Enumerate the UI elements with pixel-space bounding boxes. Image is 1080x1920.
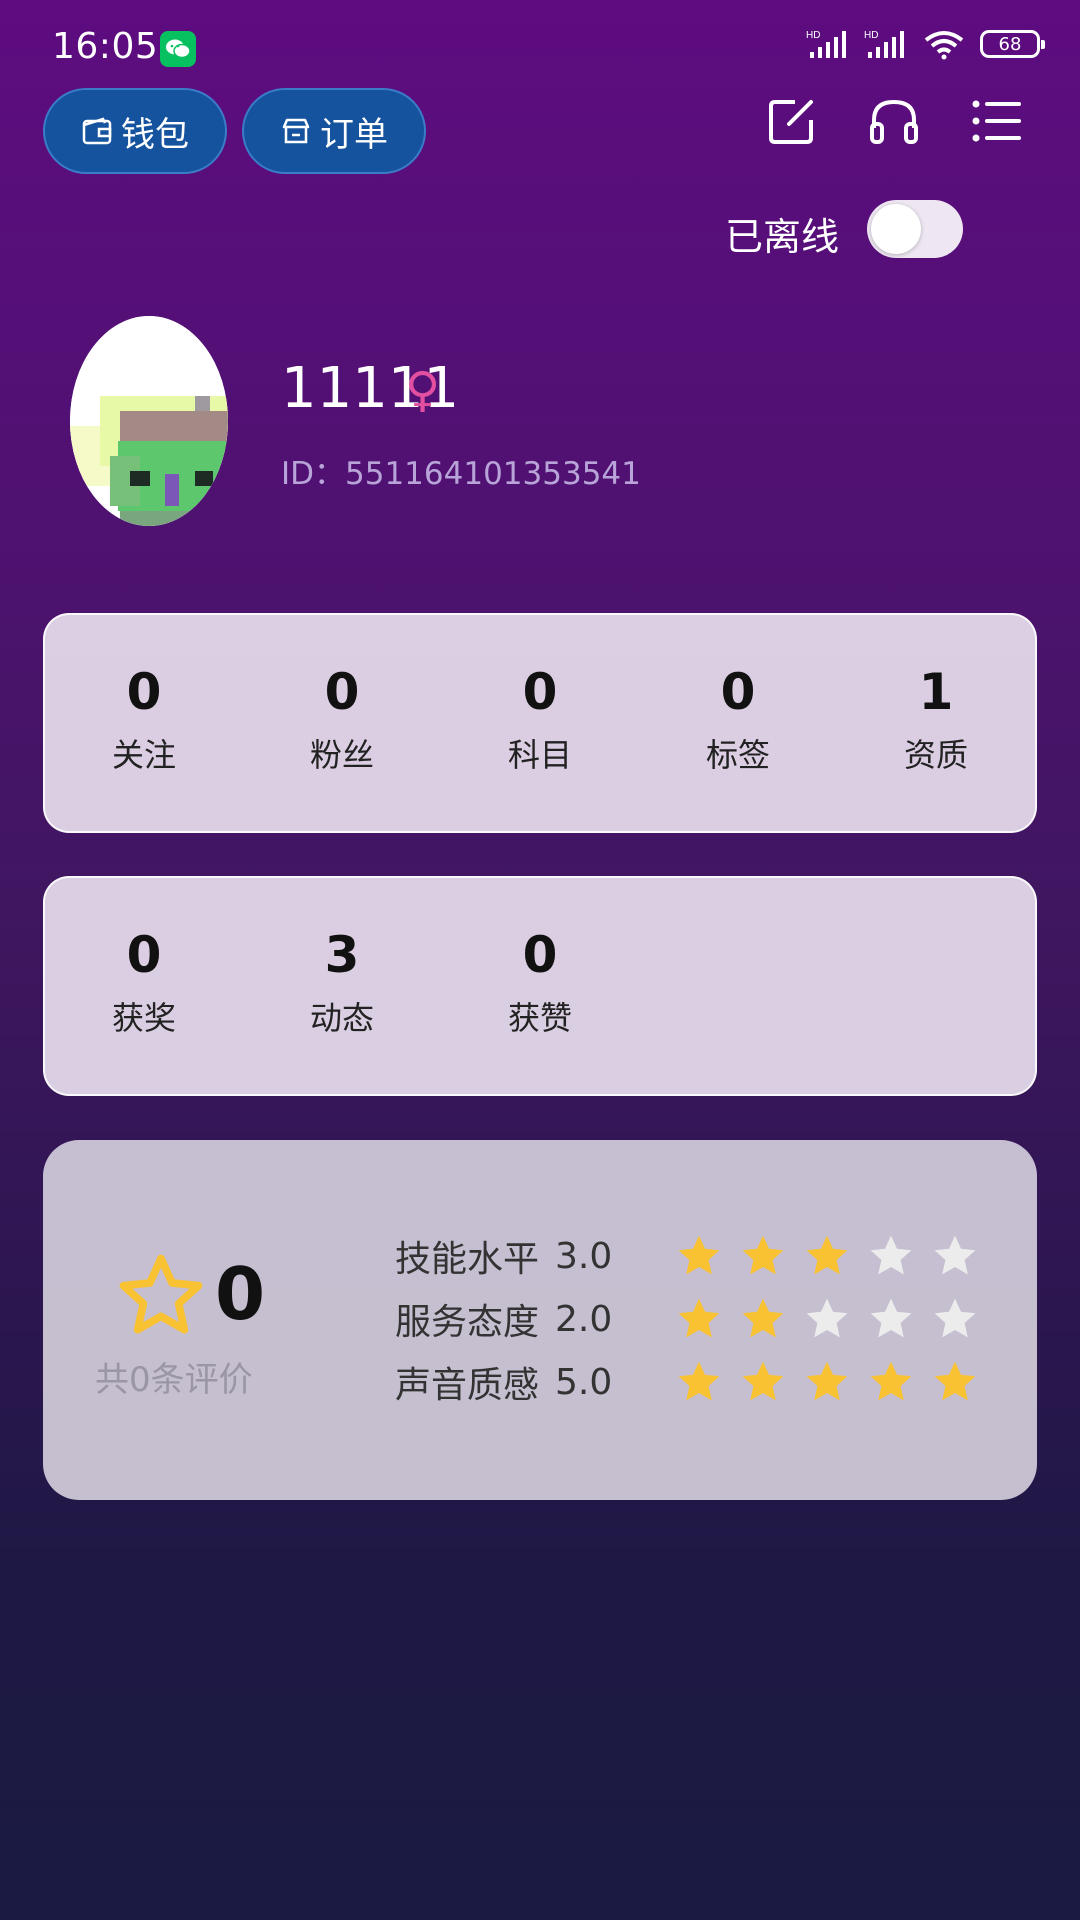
star-filled-icon [678,1235,720,1275]
stat-value: 3 [324,926,360,984]
star-filled-icon [806,1235,848,1275]
stat-subjects[interactable]: 0 科目 [441,665,639,776]
stats-card-primary: 0 关注 0 粉丝 0 科目 0 标签 1 资质 [43,613,1037,833]
wallet-icon [82,117,112,145]
stat-value: 0 [324,663,360,721]
star-filled-icon [934,1361,976,1401]
star-filled-icon [678,1298,720,1338]
star-empty-icon [806,1298,848,1338]
star-rating [675,1358,979,1406]
star-filled-icon [678,1361,720,1401]
star-empty-icon [934,1235,976,1275]
stat-label: 获赞 [507,999,572,1037]
star-filled-icon [742,1298,784,1338]
rating-value: 5.0 [555,1361,613,1403]
stat-label: 标签 [705,736,770,774]
wallet-button[interactable]: 钱包 [43,88,227,174]
stats-card-secondary: 0 获奖 3 动态 0 获赞 [43,876,1037,1096]
rating-value: 2.0 [555,1298,613,1340]
svg-text:HD: HD [864,30,878,41]
overall-rating-score: 0 [215,1252,266,1336]
menu-list-icon[interactable] [970,94,1024,148]
rating-label: 服务态度 [395,1302,540,1343]
status-icons: HD HD 68 [806,28,1045,60]
edit-icon[interactable] [765,94,819,148]
star-empty-icon [934,1298,976,1338]
wifi-icon [924,31,964,60]
star-outline-icon [119,1254,203,1334]
stat-tags[interactable]: 0 标签 [639,665,837,776]
rating-label: 声音质感 [395,1365,540,1406]
wallet-label: 钱包 [121,114,189,155]
star-filled-icon [870,1361,912,1401]
stat-label: 科目 [507,736,572,774]
stat-label: 资质 [903,736,968,774]
rating-card: 0 共0条评价 技能水平 3.0 服务态度 2.0 声音质感 5.0 [43,1140,1037,1500]
online-status-label: 已离线 [725,215,840,259]
stat-label: 获奖 [111,999,176,1037]
battery-level: 68 [998,33,1022,55]
user-id: ID：551164101353541 [281,456,641,492]
orders-button[interactable]: 订单 [242,88,426,174]
stat-fans[interactable]: 0 粉丝 [243,665,441,776]
orders-label: 订单 [320,114,388,155]
online-status-toggle[interactable] [867,200,963,258]
stat-posts[interactable]: 3 动态 [243,928,441,1039]
signal-icon: HD [806,30,846,58]
star-empty-icon [870,1235,912,1275]
review-count: 共0条评价 [95,1360,253,1400]
toggle-knob [871,204,921,254]
star-filled-icon [806,1361,848,1401]
svg-text:HD: HD [806,30,820,41]
headset-icon[interactable] [867,94,921,148]
stat-awards[interactable]: 0 获奖 [45,928,243,1039]
stat-value: 1 [918,663,954,721]
rating-value: 3.0 [555,1235,613,1277]
battery-icon: 68 [980,30,1045,58]
wechat-notification-icon [160,31,196,67]
signal-icon-2: HD [864,30,904,58]
status-time: 16:05 [52,26,159,67]
rating-row-service: 服务态度 2.0 [395,1289,979,1349]
star-filled-icon [742,1361,784,1401]
stat-value: 0 [126,926,162,984]
stat-value: 0 [522,663,558,721]
star-empty-icon [870,1298,912,1338]
rating-row-voice: 声音质感 5.0 [395,1352,979,1412]
rating-label: 技能水平 [395,1239,540,1280]
rating-row-skill: 技能水平 3.0 [395,1226,979,1286]
stat-qualifications[interactable]: 1 资质 [837,665,1035,776]
star-rating [675,1232,979,1280]
star-filled-icon [742,1235,784,1275]
stat-following[interactable]: 0 关注 [45,665,243,776]
stat-label: 粉丝 [309,736,374,774]
stat-value: 0 [522,926,558,984]
stat-label: 关注 [111,736,176,774]
stat-value: 0 [126,663,162,721]
store-icon [282,118,310,144]
stat-label: 动态 [309,999,374,1037]
star-rating [675,1295,979,1343]
avatar[interactable] [70,316,228,526]
female-gender-icon: ♀ [405,362,441,418]
stat-value: 0 [720,663,756,721]
stat-likes[interactable]: 0 获赞 [441,928,639,1039]
